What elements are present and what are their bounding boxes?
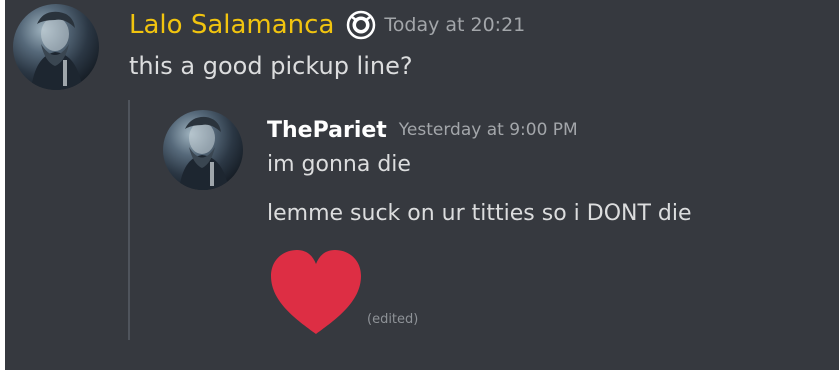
quote-bar [128, 100, 130, 340]
timestamp: Today at 20:21 [384, 14, 526, 36]
message-text: this a good pickup line? [129, 52, 413, 80]
avatar-image [179, 116, 229, 190]
heart-icon [271, 250, 361, 334]
heart-emoji[interactable] [267, 248, 365, 336]
edited-label: (edited) [367, 312, 419, 327]
quoted-username[interactable]: ThePariet [267, 118, 387, 143]
avatar-image [31, 11, 83, 90]
avatar[interactable] [13, 4, 99, 90]
quoted-timestamp: Yesterday at 9:00 PM [398, 120, 578, 140]
quoted-message-header: ThePariet Yesterday at 9:00 PM [267, 110, 578, 150]
chat-message-panel: Lalo Salamanca Today at 20:21 this a goo… [5, 0, 839, 370]
username[interactable]: Lalo Salamanca [129, 12, 334, 38]
quoted-message-line: lemme suck on ur titties so i DONT die [267, 201, 692, 226]
quoted-avatar[interactable] [163, 110, 243, 190]
nitro-badge-icon[interactable] [346, 10, 376, 40]
quoted-message-line: im gonna die [267, 152, 411, 177]
message-header: Lalo Salamanca Today at 20:21 [129, 4, 525, 46]
